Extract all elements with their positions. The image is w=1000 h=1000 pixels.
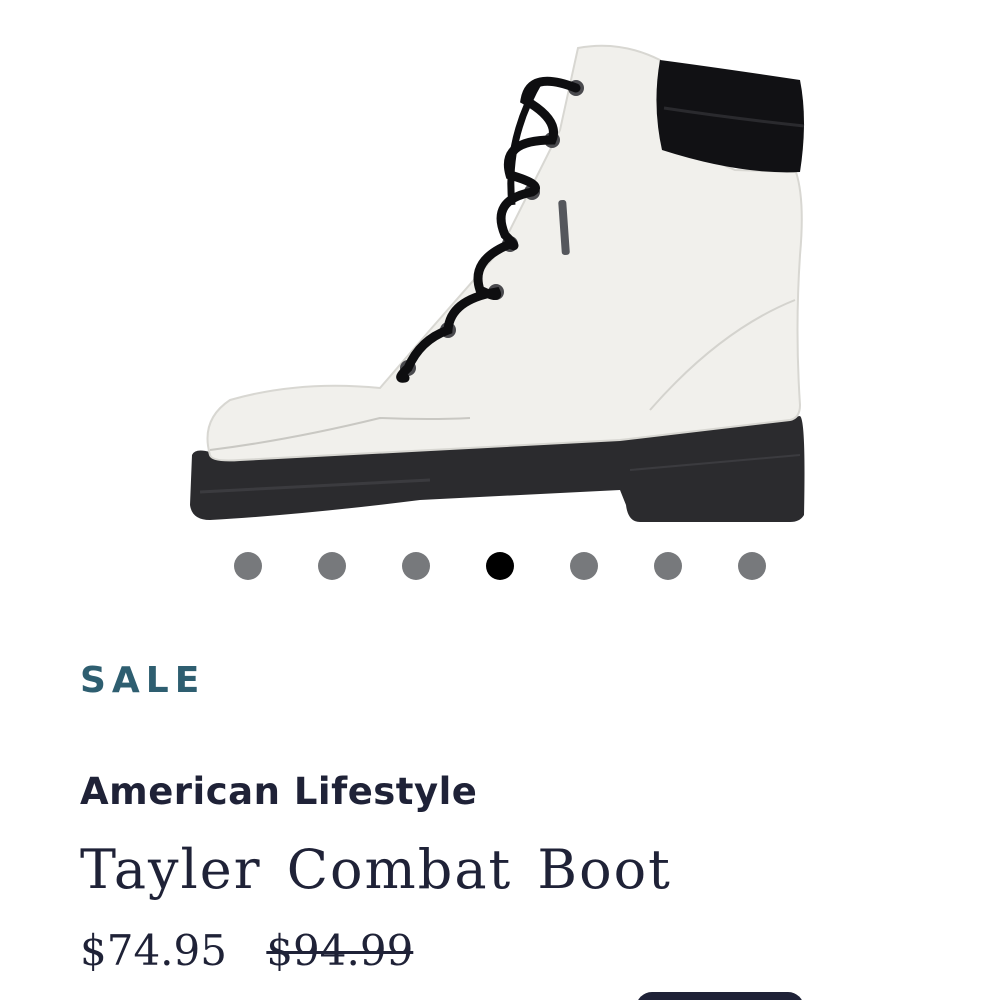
product-title: Tayler Combat Boot	[80, 838, 672, 901]
partial-action-button[interactable]	[636, 992, 804, 1000]
sale-price: $74.95	[80, 926, 227, 975]
brand-name[interactable]: American Lifestyle	[80, 770, 477, 813]
product-image[interactable]	[0, 0, 1000, 540]
carousel-dot-5[interactable]	[570, 552, 598, 580]
boot-illustration	[190, 44, 805, 522]
carousel-dot-7[interactable]	[738, 552, 766, 580]
carousel-dot-2[interactable]	[318, 552, 346, 580]
original-price: $94.99	[266, 926, 414, 975]
product-page: SALE American Lifestyle Tayler Combat Bo…	[0, 0, 1000, 1000]
image-carousel-dots	[0, 552, 1000, 580]
carousel-dot-1[interactable]	[234, 552, 262, 580]
price-row: $74.95 $94.99	[80, 926, 413, 975]
carousel-dot-6[interactable]	[654, 552, 682, 580]
carousel-dot-4-active[interactable]	[486, 552, 514, 580]
sale-badge: SALE	[80, 660, 206, 701]
carousel-dot-3[interactable]	[402, 552, 430, 580]
